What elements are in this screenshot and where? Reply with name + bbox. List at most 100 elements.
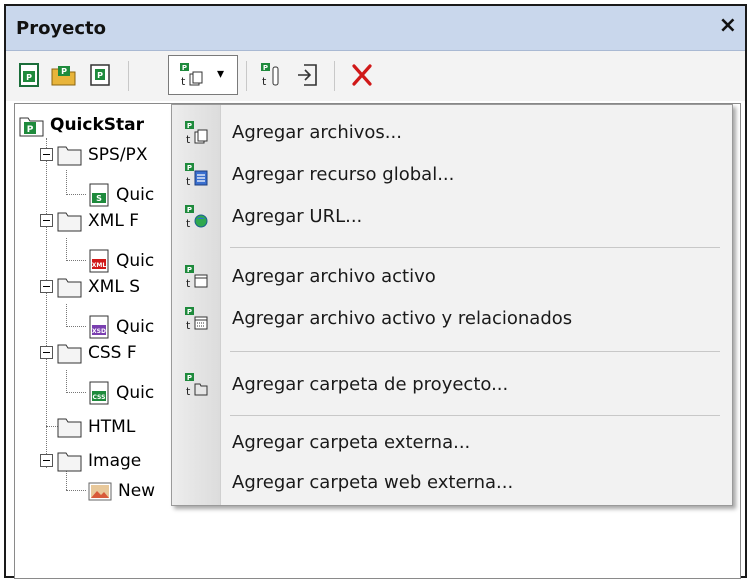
tree-item-label: Quic	[116, 185, 155, 205]
tree-connector	[66, 170, 67, 195]
tree-connector	[66, 326, 86, 327]
title-bar: Proyecto ×	[6, 6, 745, 51]
tree-folder-item[interactable]: Image	[57, 446, 141, 476]
image-file-icon	[88, 482, 112, 501]
tree-connector	[66, 304, 67, 327]
tree-connector	[66, 370, 67, 393]
collapse-toggle[interactable]	[40, 148, 53, 161]
tree-connector	[66, 490, 86, 491]
svg-text:P: P	[61, 67, 67, 76]
folder-icon	[57, 452, 82, 472]
menu-item-label: Agregar recurso global...	[232, 164, 455, 185]
collapse-toggle[interactable]	[40, 346, 53, 359]
menu-item-add-url[interactable]: Pt Agregar URL...	[172, 199, 732, 235]
tree-file-item[interactable]: CSS Quic	[87, 378, 154, 408]
menu-item-label: Agregar archivo activo	[232, 266, 436, 287]
folder-icon	[57, 146, 82, 166]
svg-text:XML: XML	[92, 262, 107, 269]
svg-text:P: P	[187, 308, 192, 316]
tree-folder-item[interactable]: SPS/PX	[57, 140, 147, 170]
add-files-dropdown-menu: Pt Agregar archivos... Pt Agregar recurs…	[171, 104, 733, 506]
menu-item-label: Agregar archivo activo y relacionados	[232, 308, 573, 329]
svg-text:P: P	[26, 73, 32, 82]
tree-folder-item[interactable]: XML F	[57, 206, 139, 236]
sps-file-icon: S	[89, 183, 109, 207]
add-files-dropdown-button[interactable]: Pt ▾	[168, 55, 238, 95]
folder-icon	[57, 212, 82, 232]
menu-separator	[230, 351, 720, 352]
svg-text:t: t	[186, 385, 191, 398]
svg-text:t: t	[186, 319, 191, 332]
active-related-files-icon: Pt	[182, 305, 210, 333]
add-files-icon: Pt	[182, 119, 210, 147]
menu-item-add-project-folder[interactable]: Pt Agregar carpeta de proyecto...	[172, 367, 732, 403]
save-project-icon[interactable]: P	[86, 61, 114, 89]
add-files-icon: Pt	[177, 61, 205, 89]
project-folder-icon: P	[19, 117, 44, 137]
tree-item-label: Quic	[116, 317, 155, 337]
svg-text:CSS: CSS	[93, 394, 106, 401]
svg-text:P: P	[187, 122, 192, 130]
svg-text:P: P	[27, 125, 34, 135]
menu-item-add-files[interactable]: Pt Agregar archivos...	[172, 115, 732, 151]
svg-text:P: P	[187, 164, 192, 172]
folder-icon	[57, 344, 82, 364]
tree-connector	[66, 392, 86, 393]
toolbar: P P P Pt ▾ Pt	[6, 51, 745, 101]
menu-item-add-active-file[interactable]: Pt Agregar archivo activo	[172, 259, 732, 295]
menu-item-add-global-resource[interactable]: Pt Agregar recurso global...	[172, 157, 732, 193]
menu-item-label: Agregar carpeta externa...	[232, 432, 471, 453]
toolbar-separator	[246, 61, 247, 91]
svg-text:P: P	[187, 206, 192, 214]
open-project-icon[interactable]: P	[50, 61, 78, 89]
collapse-toggle[interactable]	[40, 454, 53, 467]
svg-text:P: P	[97, 71, 103, 80]
collapse-toggle[interactable]	[40, 214, 53, 227]
tree-folder-item[interactable]: XML S	[57, 272, 140, 302]
close-icon[interactable]: ×	[719, 15, 737, 37]
project-window: Proyecto × P P P Pt ▾ Pt P QuickStar SPS…	[4, 4, 747, 579]
new-project-icon[interactable]: P	[16, 61, 44, 89]
menu-item-label: Agregar carpeta web externa...	[232, 472, 514, 493]
tree-root-item[interactable]: P QuickStar	[19, 110, 144, 140]
menu-item-add-external-folder[interactable]: Agregar carpeta externa...	[172, 425, 732, 461]
folder-icon	[57, 418, 82, 438]
project-folder-icon: Pt	[182, 371, 210, 399]
menu-item-add-active-related[interactable]: Pt Agregar archivo activo y relacionados	[172, 301, 732, 337]
tree-item-label: Quic	[116, 383, 155, 403]
tree-connector	[66, 194, 86, 195]
tree-item-label: New	[118, 481, 156, 501]
svg-text:t: t	[181, 75, 186, 88]
toolbar-separator	[334, 61, 335, 91]
add-to-project-icon[interactable]: Pt	[258, 61, 286, 89]
tree-file-item[interactable]: New	[87, 476, 155, 506]
tree-item-label: HTML	[88, 417, 136, 437]
import-icon[interactable]	[294, 61, 322, 89]
tree-item-label: SPS/PX	[88, 145, 148, 165]
menu-item-label: Agregar archivos...	[232, 122, 402, 143]
tree-item-label: CSS F	[88, 343, 137, 363]
global-resource-icon: Pt	[182, 161, 210, 189]
globe-icon: Pt	[182, 203, 210, 231]
tree-connector	[46, 138, 47, 468]
menu-item-add-external-web-folder[interactable]: Agregar carpeta web externa...	[172, 465, 732, 501]
svg-text:t: t	[186, 277, 191, 290]
tree-folder-item[interactable]: CSS F	[57, 338, 137, 368]
xml-file-icon: XML	[89, 249, 109, 273]
svg-text:t: t	[186, 217, 191, 230]
collapse-toggle[interactable]	[40, 280, 53, 293]
tree-item-label: XML F	[88, 211, 139, 231]
svg-text:t: t	[186, 175, 191, 188]
menu-item-label: Agregar URL...	[232, 206, 363, 227]
svg-text:P: P	[187, 374, 192, 382]
svg-text:S: S	[96, 194, 102, 203]
xsd-file-icon: XSD	[89, 315, 109, 339]
tree-item-label: Image	[88, 451, 142, 471]
tree-item-label: XML S	[88, 277, 140, 297]
svg-text:P: P	[182, 64, 187, 72]
active-file-icon: Pt	[182, 263, 210, 291]
tree-folder-item[interactable]: HTML	[57, 412, 135, 442]
svg-text:P: P	[187, 266, 192, 274]
chevron-down-icon: ▾	[217, 66, 225, 82]
delete-icon[interactable]	[348, 61, 376, 89]
